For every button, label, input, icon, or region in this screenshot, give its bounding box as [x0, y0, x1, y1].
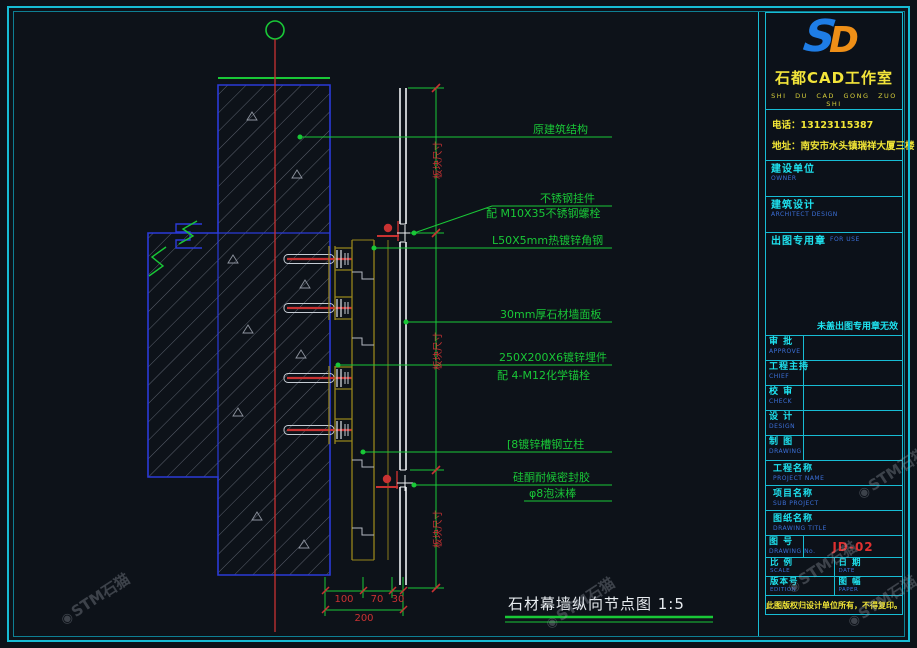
callout-hanger: 不锈钢挂件: [540, 191, 595, 205]
scale-label: 比 例: [770, 559, 834, 568]
dim-100: 100: [334, 594, 353, 605]
date-label: 日 期: [839, 559, 903, 568]
sign-row-design: 设 计DESIGN: [765, 410, 903, 436]
edition-label: 版本号: [770, 578, 834, 587]
callout-angle: L50X5mm热镀锌角钢: [492, 233, 603, 247]
studio-pinyin: SHI DU CAD GONG ZUO SHI: [766, 92, 902, 108]
seal-label-en: FOR USE: [830, 236, 860, 243]
callout-labels: 原建筑结构 不锈钢挂件 配 M10X35不锈钢螺栓 L50X5mm热镀锌角钢 3…: [486, 122, 607, 500]
drawing-no-value: JD-02: [804, 536, 902, 557]
drawing-no-label-en: DRAWING No.: [769, 548, 803, 555]
draft-label-en: DRAWING: [769, 448, 803, 455]
project-name-row: 工程名称PROJECT NAME: [765, 460, 903, 486]
sign-row-draft: 制 图DRAWING: [765, 435, 903, 461]
design-label: 设 计: [769, 413, 803, 423]
joint-detail-top: [377, 221, 413, 241]
drawing-title: 石材幕墙纵向节点图 1:5: [508, 595, 685, 613]
drawing-title-label-en: DRAWING TITLE: [773, 525, 902, 532]
seal-box: 出图专用章 FOR USE 未盖出图专用章无效: [765, 232, 903, 336]
project-name-label-en: PROJECT NAME: [773, 475, 902, 482]
title-block: S D 石都CAD工作室 SHI DU CAD GONG ZUO SHI 电话：…: [765, 13, 903, 615]
sign-row-approve: 审 批APPROVE: [765, 335, 903, 361]
approve-label: 审 批: [769, 338, 803, 348]
designer-field: 建筑设计 ARCHITECT DESIGN: [765, 196, 903, 233]
callout-structure: 原建筑结构: [533, 122, 588, 136]
bottom-dimension: 100 70 30 200: [322, 577, 407, 624]
owner-field: 建设单位 OWNER: [765, 160, 903, 197]
check-label-en: CHECK: [769, 398, 803, 405]
seal-label: 出图专用章: [771, 236, 826, 247]
owner-label: 建设单位: [771, 164, 902, 175]
sub-project-label-en: SUB PROJECT: [773, 500, 902, 507]
dim-70: 70: [371, 594, 384, 605]
owner-label-en: OWNER: [771, 175, 902, 182]
date-cell: 日 期DATE: [834, 557, 904, 577]
scale-label-en: SCALE: [770, 568, 834, 575]
paper-label-en: PAPER: [839, 587, 903, 594]
sub-project-row: 项目名称SUB PROJECT: [765, 485, 903, 511]
dim-30: 30: [392, 594, 405, 605]
seal-note: 未盖出图专用章无效: [817, 319, 898, 332]
chief-label-en: CHIEF: [769, 373, 803, 380]
edition-label-en: EDITION: [770, 587, 834, 594]
vertical-dimension: 板块尺寸 板块尺寸 板块尺寸: [408, 84, 444, 592]
drawing-title-group: 石材幕墙纵向节点图 1:5: [505, 595, 713, 622]
drawing-title-row: 图纸名称DRAWING TITLE: [765, 510, 903, 536]
studio-logo-box: S D 石都CAD工作室 SHI DU CAD GONG ZUO SHI: [765, 12, 903, 110]
callout-hanger-sub: 配 M10X35不锈钢螺栓: [486, 206, 601, 220]
drawing-title-label: 图纸名称: [773, 515, 902, 525]
chief-label: 工程主持: [769, 363, 803, 373]
logo-letter-d: D: [829, 23, 859, 59]
stone-panel: [400, 88, 406, 585]
phone-line: 电话：13123115387: [772, 117, 896, 131]
joint-detail-bottom: [376, 471, 413, 491]
edition-paper-row: 版本号EDITION 图 幅PAPER: [765, 576, 903, 596]
scale-cell: 比 例SCALE: [765, 557, 835, 577]
embed-plates-and-channel: [329, 240, 388, 560]
callout-sealant: 硅酮耐候密封胶: [513, 470, 590, 484]
dim-200: 200: [354, 613, 373, 624]
cad-sheet: 原建筑结构 不锈钢挂件 配 M10X35不锈钢螺栓 L50X5mm热镀锌角钢 3…: [0, 0, 917, 648]
project-name-label: 工程名称: [773, 465, 902, 475]
sign-row-chief: 工程主持CHIEF: [765, 360, 903, 386]
design-label-en: DESIGN: [769, 423, 803, 430]
paper-label: 图 幅: [839, 578, 903, 587]
callout-channel: [8镀锌槽钢立柱: [507, 437, 584, 451]
studio-logo-icon: S D: [766, 17, 902, 63]
callout-plate-sub: 配 4-M12化学锚栓: [497, 368, 590, 382]
dim-label-panel-size-2: 板块尺寸: [432, 332, 444, 371]
callout-stone: 30mm厚石材墙面板: [500, 307, 601, 321]
drawing-number-row: 图 号DRAWING No. JD-02: [765, 535, 903, 558]
scale-date-row: 比 例SCALE 日 期DATE: [765, 557, 903, 577]
wall-section: [148, 78, 330, 575]
paper-cell: 图 幅PAPER: [834, 576, 904, 596]
copyright-note: 此图版权归设计单位所有，不得复印。: [765, 595, 903, 615]
callout-foam: φ8泡沫棒: [529, 486, 576, 500]
titleblock-divider: [758, 12, 759, 636]
sub-project-label: 项目名称: [773, 490, 902, 500]
callout-plate: 250X200X6镀锌埋件: [499, 350, 607, 364]
contact-box: 电话：13123115387 地址：南安市水头镇瑞祥大厦三楼: [765, 109, 903, 161]
designer-label-en: ARCHITECT DESIGN: [771, 211, 902, 218]
designer-label: 建筑设计: [771, 200, 902, 211]
draft-label: 制 图: [769, 438, 803, 448]
drawing-no-label: 图 号: [769, 538, 803, 548]
edition-cell: 版本号EDITION: [765, 576, 835, 596]
approve-label-en: APPROVE: [769, 348, 803, 355]
sign-row-check: 校 审CHECK: [765, 385, 903, 411]
date-label-en: DATE: [839, 568, 903, 575]
studio-name: 石都CAD工作室: [766, 67, 902, 88]
address-line: 地址：南安市水头镇瑞祥大厦三楼: [772, 138, 896, 152]
check-label: 校 审: [769, 388, 803, 398]
dim-label-panel-size-3: 板块尺寸: [432, 510, 444, 549]
dim-label-panel-size-1: 板块尺寸: [432, 141, 444, 180]
